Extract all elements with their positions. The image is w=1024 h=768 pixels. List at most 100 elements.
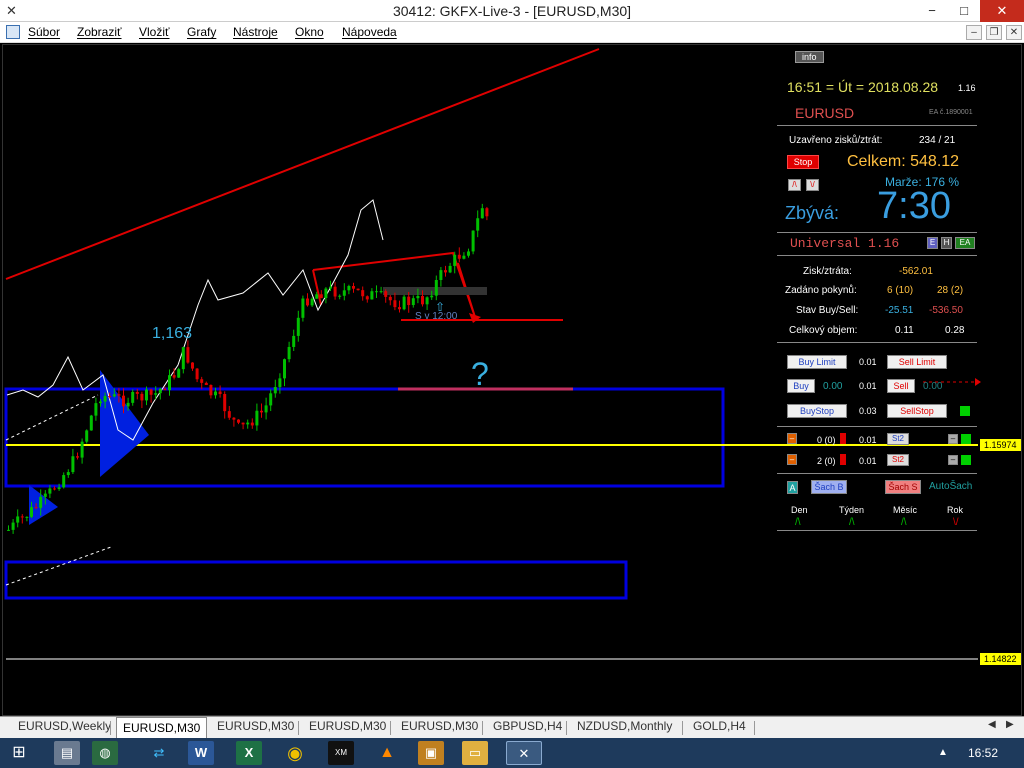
menu-nastroje[interactable]: Nástroje (233, 25, 278, 39)
menu-subor[interactable]: Súbor (28, 25, 60, 39)
folder-icon[interactable]: ▭ (462, 741, 488, 765)
candle-body (416, 296, 420, 299)
row2-st2-button[interactable]: St2 (887, 454, 909, 466)
tab-separator (754, 721, 755, 735)
tab-scroll-right-icon[interactable]: ▶ (1006, 719, 1014, 730)
candle-body (480, 208, 484, 219)
taskbar-clock[interactable]: 16:52 (968, 746, 998, 760)
state-buy: -25.51 (885, 305, 914, 316)
tab-eurusd-m30-3[interactable]: EURUSD,M30 (309, 719, 386, 733)
row2-minus-button[interactable]: – (787, 454, 797, 465)
menu-vlozit[interactable]: Vložiť (139, 25, 170, 39)
tab-nzdusd-monthly[interactable]: NZDUSD,Monthly (577, 719, 672, 733)
menu-napoveda[interactable]: Nápoveda (342, 25, 397, 39)
candle-body (393, 300, 397, 308)
candle-body (352, 286, 355, 289)
menu-okno[interactable]: Okno (295, 25, 324, 39)
globe-icon[interactable]: ◍ (92, 741, 118, 765)
xm-icon[interactable]: XM (328, 741, 354, 765)
down-mark-button[interactable]: \/ (806, 179, 819, 191)
sach-s-button[interactable]: Šach S (885, 480, 921, 494)
remaining-time: 7:30 (877, 185, 951, 227)
sell-stop-button[interactable]: SellStop (887, 404, 947, 418)
candle-body (324, 288, 328, 299)
word-icon[interactable]: W (188, 741, 214, 765)
chrome-icon[interactable]: ◉ (282, 741, 308, 765)
row2-toggle-button[interactable]: – (948, 455, 958, 465)
buy-limit-button[interactable]: Buy Limit (787, 355, 847, 369)
menu-grafy[interactable]: Grafy (187, 25, 216, 39)
document-icon[interactable] (6, 25, 20, 39)
mt4-icon[interactable]: ✕ (506, 741, 542, 765)
candle-body (356, 288, 360, 291)
closed-label: Uzavřeno zisků/ztrát: (789, 135, 883, 146)
menu-zobrazit[interactable]: Zobraziť (77, 25, 122, 39)
candle-body (214, 391, 217, 396)
candle-body (117, 394, 121, 396)
windows-start-icon[interactable]: ⊞ (6, 741, 32, 765)
badge-e[interactable]: E (927, 237, 938, 249)
arrows-icon[interactable]: ⇄ (146, 741, 172, 765)
candle-body (315, 294, 319, 299)
sell-button[interactable]: Sell (887, 379, 915, 393)
candle-body (370, 291, 374, 300)
zone-lower[interactable] (4, 560, 628, 600)
tab-gold-h4[interactable]: GOLD,H4 (693, 719, 746, 733)
window-title: 30412: GKFX-Live-3 - [EURUSD,M30] (392, 3, 632, 19)
gkfx-icon[interactable]: ▣ (418, 741, 444, 765)
autosach-text[interactable]: AutoŠach (929, 481, 972, 492)
sell-limit-button[interactable]: Sell Limit (887, 355, 947, 369)
tab-eurusd-m30-active[interactable]: EURUSD,M30 (116, 717, 208, 738)
buy-button[interactable]: Buy (787, 379, 815, 393)
candle-body (467, 251, 470, 256)
candle-body (384, 291, 388, 297)
tab-eurusd-m30-2[interactable]: EURUSD,M30 (217, 719, 294, 733)
tab-eurusd-m30-4[interactable]: EURUSD,M30 (401, 719, 478, 733)
mdi-restore-button[interactable]: ❐ (986, 25, 1002, 40)
candle-body (7, 529, 10, 531)
candle-body (347, 286, 351, 291)
candle-body (411, 298, 415, 306)
row1-minus-button[interactable]: – (787, 433, 797, 444)
candle-body (227, 411, 231, 418)
minimize-button[interactable]: − (916, 0, 948, 22)
tab-gbpusd-h4[interactable]: GBPUSD,H4 (493, 719, 562, 733)
candle-body (218, 391, 222, 395)
tray-arrow-icon[interactable]: ▲ (930, 741, 956, 765)
badge-h[interactable]: H (941, 237, 952, 249)
row1-red-marker (840, 433, 846, 444)
file-explorer-icon[interactable]: ▤ (54, 741, 80, 765)
candle-body (421, 296, 424, 305)
mdi-close-button[interactable]: ✕ (1006, 25, 1022, 40)
trend-line[interactable] (5, 48, 600, 280)
menu-bar: Súbor Zobraziť Vložiť Grafy Nástroje Okn… (0, 22, 1024, 43)
status-green-1 (960, 406, 970, 416)
info-button[interactable]: info (795, 51, 824, 63)
candle-body (485, 208, 489, 217)
badge-ea[interactable]: EA (955, 237, 975, 249)
candle-body (375, 291, 378, 293)
vlc-icon[interactable]: ▲ (374, 741, 400, 765)
a-button[interactable]: A (787, 481, 798, 494)
candle-body (425, 297, 429, 305)
maximize-button[interactable]: □ (948, 0, 980, 22)
candle-body (237, 419, 240, 423)
sach-b-button[interactable]: Šach B (811, 480, 847, 494)
volume-label: Celkový objem: (789, 325, 858, 336)
total-text: Celkem: 548.12 (847, 153, 960, 170)
row1-toggle-button[interactable]: – (948, 434, 958, 444)
candle-body (287, 346, 291, 360)
tab-eurusd-weekly[interactable]: EURUSD,Weekly (18, 719, 111, 733)
period-rok-mark: \/ (953, 517, 959, 528)
mdi-minimize-button[interactable]: – (966, 25, 982, 40)
row1-st2-button[interactable]: St2 (887, 433, 909, 445)
up-mark-button[interactable]: /\ (788, 179, 801, 191)
stop-button[interactable]: Stop (787, 155, 819, 169)
candle-body (209, 385, 213, 396)
tab-scroll-left-icon[interactable]: ◀ (988, 719, 996, 730)
buy-stop-button[interactable]: BuyStop (787, 404, 847, 418)
candle-body (434, 279, 438, 296)
excel-icon[interactable]: X (236, 741, 262, 765)
price-chart[interactable]: 1,163 ? S v 12:00 ⇧ 1.15974 1.14822 info… (2, 44, 1022, 716)
close-button[interactable]: ✕ (980, 0, 1024, 22)
